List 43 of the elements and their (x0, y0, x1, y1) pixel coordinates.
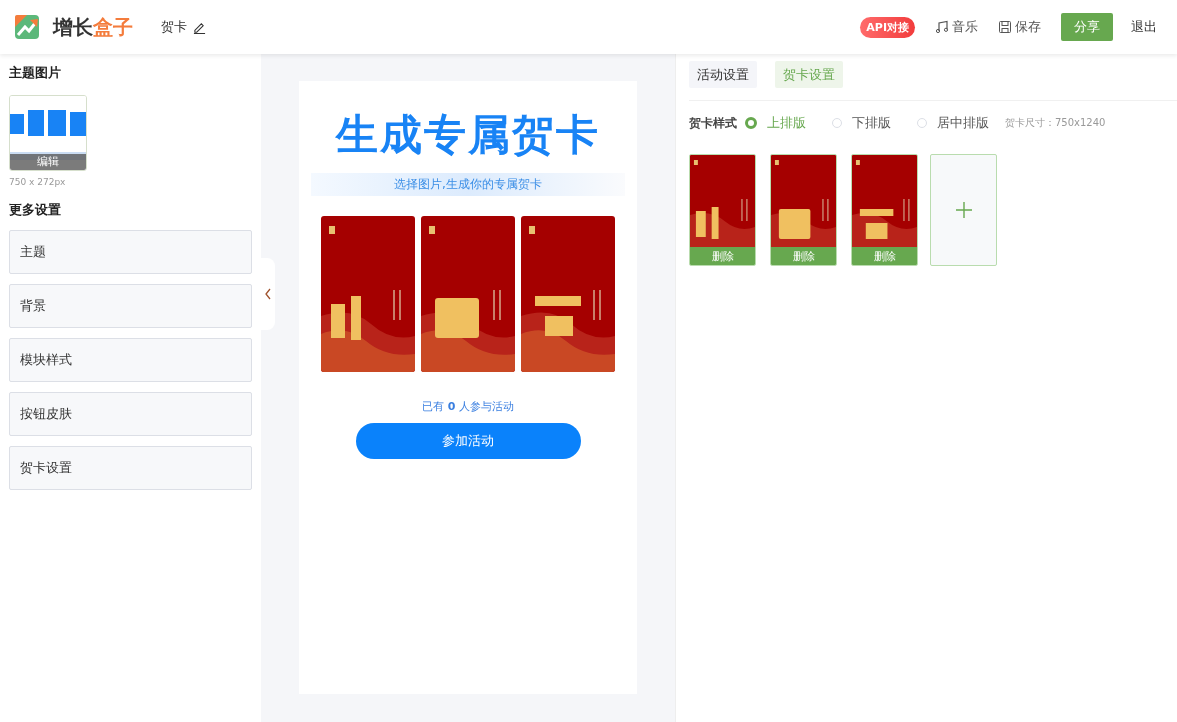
add-card-button[interactable] (930, 154, 997, 266)
field-label: 贺卡样式 (689, 114, 737, 132)
radio-label[interactable]: 上排版 (767, 114, 806, 132)
banner-subtitle: 选择图片,生成你的专属贺卡 (311, 173, 625, 196)
edit-icon[interactable] (193, 20, 206, 34)
settings-item[interactable]: 背景 (9, 284, 252, 328)
radio-label[interactable]: 下排版 (852, 114, 891, 132)
card-thumbnail[interactable]: 删除 (851, 154, 918, 266)
delete-button[interactable]: 删除 (690, 247, 755, 265)
settings-item[interactable]: 按钮皮肤 (9, 392, 252, 436)
logo-icon (13, 13, 41, 41)
save-icon (998, 20, 1012, 34)
logo-text: 增长盒子 (53, 13, 133, 41)
delete-button[interactable]: 删除 (771, 247, 836, 265)
settings-item[interactable]: 模块样式 (9, 338, 252, 382)
delete-button[interactable]: 删除 (852, 247, 917, 265)
participant-count: 已有 0 人参与活动 (422, 399, 514, 414)
settings-item[interactable]: 主题 (9, 230, 252, 274)
image-size-text: 750 x 272px (9, 177, 67, 187)
save-button[interactable]: 保存 (998, 18, 1041, 36)
exit-button[interactable]: 退出 (1131, 18, 1157, 36)
chevron-left-icon (264, 287, 272, 301)
edit-label[interactable]: 编辑 (10, 154, 86, 170)
section-title: 更多设置 (9, 201, 62, 219)
section-title: 主题图片 (9, 64, 62, 82)
radio-label[interactable]: 居中排版 (937, 114, 989, 132)
share-button[interactable]: 分享 (1061, 13, 1113, 41)
music-button[interactable]: 音乐 (935, 18, 978, 36)
radio-button[interactable] (745, 117, 757, 129)
collapse-button[interactable] (261, 258, 275, 330)
card-thumbnail[interactable]: 删除 (689, 154, 756, 266)
banner-title: 生成专属贺卡 (336, 109, 600, 161)
plus-icon (954, 201, 973, 219)
document-title: 贺卡 (161, 18, 187, 36)
tab[interactable]: 活动设置 (689, 61, 757, 88)
settings-item[interactable]: 贺卡设置 (9, 446, 252, 490)
card-thumbnail[interactable]: 删除 (770, 154, 837, 266)
theme-image-thumbnail[interactable]: 编辑 (9, 95, 87, 171)
tab[interactable]: 贺卡设置 (775, 61, 843, 88)
size-note: 贺卡尺寸：750x1240 (1005, 116, 1106, 130)
music-note-icon (935, 20, 949, 34)
api-badge[interactable]: API对接 (860, 16, 915, 38)
join-button[interactable]: 参加活动 (355, 423, 581, 459)
